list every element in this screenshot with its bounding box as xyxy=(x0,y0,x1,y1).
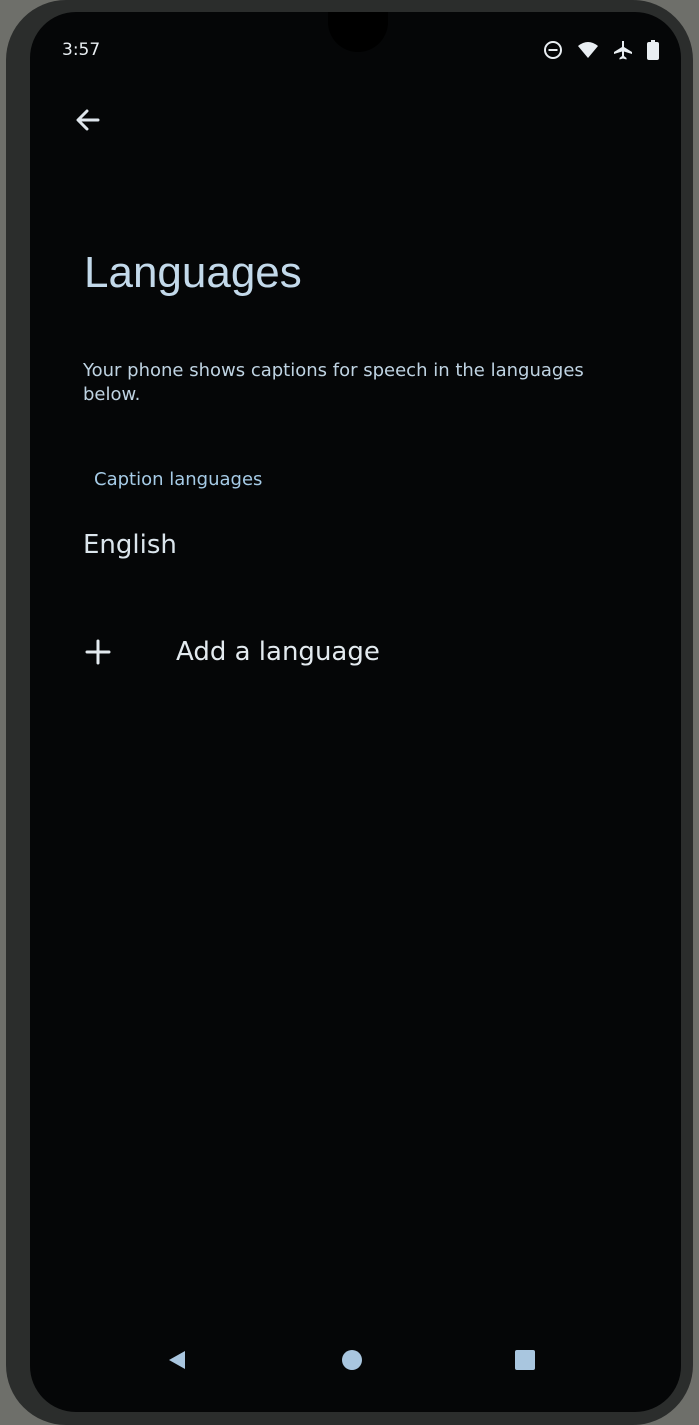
plus-icon xyxy=(74,628,122,676)
nav-back-button[interactable] xyxy=(153,1338,201,1386)
battery-icon xyxy=(647,40,659,60)
status-bar: 3:57 xyxy=(30,12,681,72)
phone-frame: 3:57 Languages Your phone shows captions… xyxy=(6,0,693,1425)
recents-square-icon xyxy=(513,1348,537,1376)
back-triangle-icon xyxy=(165,1348,189,1376)
camera-notch xyxy=(328,12,388,52)
add-language-label: Add a language xyxy=(176,637,380,667)
nav-home-button[interactable] xyxy=(328,1338,376,1386)
arrow-left-icon xyxy=(73,105,103,139)
navigation-bar xyxy=(30,1310,681,1410)
section-header-caption-languages: Caption languages xyxy=(94,469,263,490)
screen: 3:57 Languages Your phone shows captions… xyxy=(30,12,681,1412)
language-item-english[interactable]: English xyxy=(83,530,177,560)
back-button[interactable] xyxy=(66,100,110,144)
page-description: Your phone shows captions for speech in … xyxy=(83,360,584,405)
status-time: 3:57 xyxy=(62,40,101,60)
add-language-button[interactable]: Add a language xyxy=(74,626,634,678)
airplane-icon xyxy=(613,40,633,60)
status-icons xyxy=(543,40,659,60)
wifi-icon xyxy=(577,40,599,60)
page-title: Languages xyxy=(84,248,302,297)
nav-recents-button[interactable] xyxy=(501,1338,549,1386)
home-circle-icon xyxy=(340,1348,364,1376)
do-not-disturb-icon xyxy=(543,40,563,60)
